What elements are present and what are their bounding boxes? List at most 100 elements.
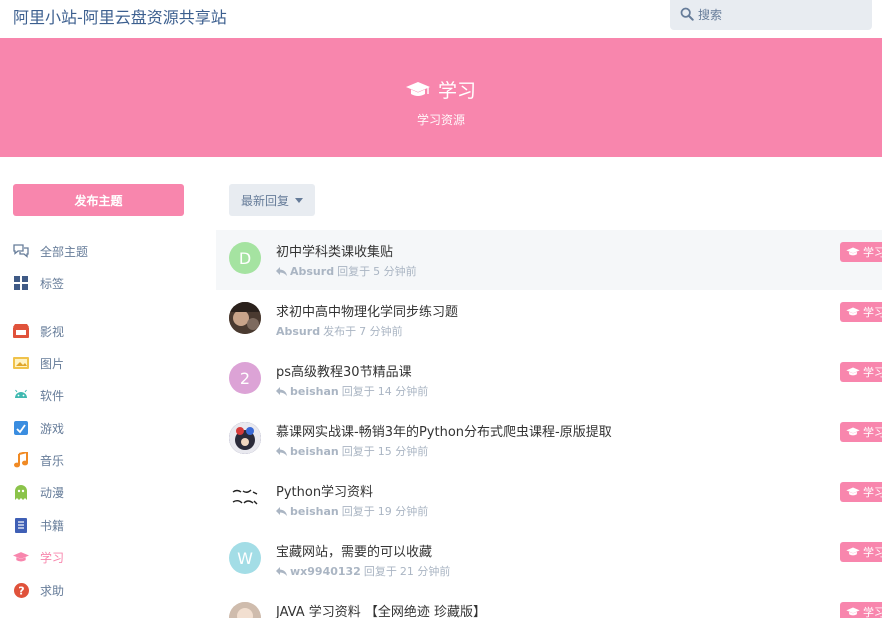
site-title[interactable]: 阿里小站-阿里云盘资源共享站 <box>13 4 227 28</box>
sidebar-item-label: 动漫 <box>40 485 65 500</box>
username[interactable]: beishan <box>290 445 339 458</box>
username[interactable]: wx9940132 <box>290 565 361 578</box>
avatar[interactable] <box>229 482 261 514</box>
tag-badge[interactable]: 学习 <box>840 302 882 322</box>
sidebar-item-label: 书籍 <box>40 518 65 533</box>
discussion-meta: Absurd 回复于 5 分钟前 <box>276 263 417 279</box>
discussion-meta: beishan 回复于 19 分钟前 <box>276 503 428 519</box>
game-icon <box>13 420 29 436</box>
discussion-row[interactable]: 求初中高中物理化学同步练习题 Absurd 发布于 7 分钟前 学习 <box>216 290 882 350</box>
sidebar-item-label: 影视 <box>40 324 65 339</box>
discussion-row[interactable]: D 初中学科类课收集贴 Absurd 回复于 5 分钟前 学习 <box>216 230 882 290</box>
graduation-cap-icon <box>846 247 860 256</box>
avatar[interactable]: 2 <box>229 362 261 394</box>
sidebar-item-help[interactable]: ? 求助 <box>13 574 64 606</box>
book-icon <box>13 517 29 533</box>
discussion-row[interactable]: W 宝藏网站，需要的可以收藏 wx9940132 回复于 21 分钟前 学习 <box>216 530 882 590</box>
tag-badge[interactable]: 学习 <box>840 482 882 502</box>
avatar[interactable]: D <box>229 242 261 274</box>
discussions-icon <box>13 243 29 259</box>
discussion-row[interactable]: JAVA 学习资料 【全网绝迹 珍藏版】 学习 <box>216 590 882 618</box>
tag-badge[interactable]: 学习 <box>840 602 882 618</box>
discussion-meta: Absurd 发布于 7 分钟前 <box>276 324 403 339</box>
sidebar-item-software[interactable]: 软件 <box>13 379 64 411</box>
reply-icon <box>276 566 287 576</box>
sort-label: 最新回复 <box>240 193 289 208</box>
discussion-title[interactable]: JAVA 学习资料 【全网绝迹 珍藏版】 <box>276 601 486 618</box>
sidebar-item-label: 全部主题 <box>40 244 89 259</box>
reply-icon <box>276 386 287 396</box>
film-icon <box>13 323 29 339</box>
music-icon <box>13 452 29 468</box>
hero-title-text: 学习 <box>437 80 476 102</box>
tags-grid-icon <box>13 275 29 291</box>
hero-description: 学习资源 <box>416 113 465 127</box>
discussion-row[interactable]: 慕课网实战课-畅销3年的Python分布式爬虫课程-原版提取 beishan 回… <box>216 410 882 470</box>
reply-icon <box>276 266 287 276</box>
tag-badge[interactable]: 学习 <box>840 542 882 562</box>
discussion-title[interactable]: ps高级教程30节精品课 <box>276 361 412 380</box>
sidebar-item-tags[interactable]: 标签 <box>13 267 64 299</box>
username[interactable]: beishan <box>290 505 339 518</box>
sort-dropdown[interactable]: 最新回复 <box>229 184 315 216</box>
sidebar-item-label: 图片 <box>40 356 65 371</box>
avatar[interactable]: W <box>229 542 261 574</box>
sidebar-item-all-discussions[interactable]: 全部主题 <box>13 235 88 267</box>
sidebar-item-label: 音乐 <box>40 453 65 468</box>
sidebar-item-images[interactable]: 图片 <box>13 347 64 379</box>
graduation-cap-icon <box>405 81 430 96</box>
reply-icon <box>276 506 287 516</box>
discussion-title[interactable]: 求初中高中物理化学同步练习题 <box>276 301 458 320</box>
sidebar-item-music[interactable]: 音乐 <box>13 444 64 476</box>
search-box[interactable] <box>670 0 872 30</box>
avatar[interactable] <box>229 422 261 454</box>
graduation-cap-icon <box>13 549 29 565</box>
sidebar-item-anime[interactable]: 动漫 <box>13 476 64 508</box>
sidebar-item-label: 软件 <box>40 388 65 403</box>
username[interactable]: beishan <box>290 385 339 398</box>
reply-icon <box>276 446 287 456</box>
discussion-meta: beishan 回复于 14 分钟前 <box>276 383 428 399</box>
graduation-cap-icon <box>846 427 860 436</box>
graduation-cap-icon <box>846 607 860 616</box>
ghost-icon <box>13 484 29 500</box>
discussion-title[interactable]: 初中学科类课收集贴 <box>276 241 393 260</box>
username[interactable]: Absurd <box>276 325 320 338</box>
caret-down-icon <box>295 197 303 203</box>
discussion-row[interactable]: Python学习资料 beishan 回复于 19 分钟前 学习 <box>216 470 882 530</box>
hero-title: 学习 <box>0 76 882 103</box>
tag-hero: 学习 学习资源 <box>0 38 882 157</box>
discussion-meta: wx9940132 回复于 21 分钟前 <box>276 563 450 579</box>
sidebar-item-study[interactable]: 学习 <box>13 541 64 573</box>
discussion-title[interactable]: Python学习资料 <box>276 481 373 500</box>
tag-badge[interactable]: 学习 <box>840 362 882 382</box>
android-icon <box>13 387 29 403</box>
tag-badge[interactable]: 学习 <box>840 422 882 442</box>
search-input[interactable] <box>698 6 858 24</box>
graduation-cap-icon <box>846 367 860 376</box>
graduation-cap-icon <box>846 547 860 556</box>
avatar[interactable] <box>229 302 261 334</box>
sidebar-item-label: 学习 <box>40 550 65 565</box>
question-icon: ? <box>13 582 29 598</box>
username[interactable]: Absurd <box>290 265 334 278</box>
top-header: 阿里小站-阿里云盘资源共享站 <box>0 0 882 38</box>
sidebar-item-film[interactable]: 影视 <box>13 315 64 347</box>
svg-text:?: ? <box>18 584 24 597</box>
tag-badge[interactable]: 学习 <box>840 242 882 262</box>
sidebar-item-books[interactable]: 书籍 <box>13 509 64 541</box>
sidebar-item-label: 求助 <box>40 583 65 598</box>
discussion-title[interactable]: 慕课网实战课-畅销3年的Python分布式爬虫课程-原版提取 <box>276 421 612 440</box>
graduation-cap-icon <box>846 307 860 316</box>
discussion-meta: beishan 回复于 15 分钟前 <box>276 443 428 459</box>
sidebar-item-label: 标签 <box>40 276 65 291</box>
start-discussion-button[interactable]: 发布主题 <box>13 184 184 216</box>
search-icon <box>680 7 694 21</box>
avatar[interactable] <box>229 602 261 618</box>
image-icon <box>13 355 29 371</box>
graduation-cap-icon <box>846 487 860 496</box>
sidebar-item-games[interactable]: 游戏 <box>13 412 64 444</box>
discussion-row[interactable]: 2 ps高级教程30节精品课 beishan 回复于 14 分钟前 学习 <box>216 350 882 410</box>
discussion-title[interactable]: 宝藏网站，需要的可以收藏 <box>276 541 432 560</box>
sidebar-item-label: 游戏 <box>40 421 65 436</box>
